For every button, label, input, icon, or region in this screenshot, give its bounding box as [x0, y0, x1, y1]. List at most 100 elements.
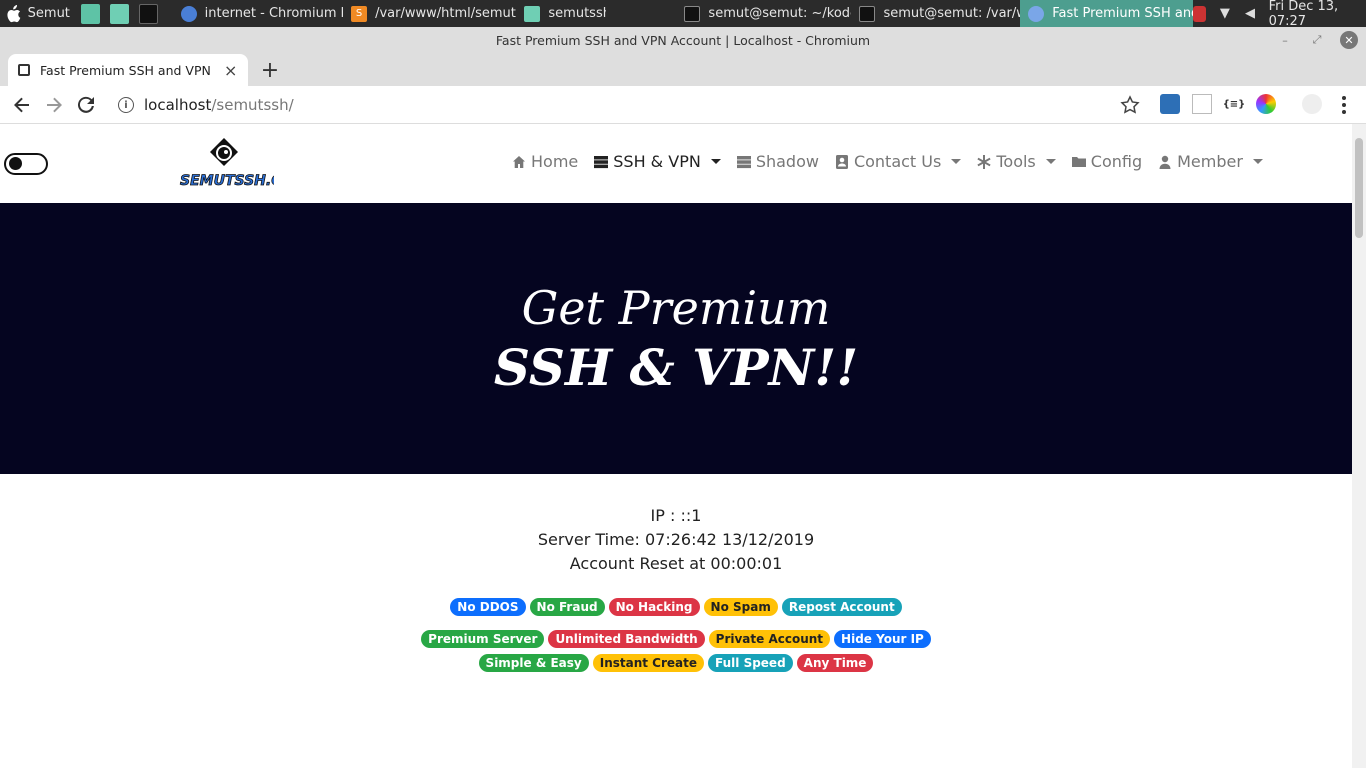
- site-navbar: SEMUTSSH.COM Home SSH & VPN Shadow Conta…: [0, 124, 1352, 203]
- badges-row-3: Simple & Easy Instant Create Full Speed …: [0, 654, 1352, 672]
- task-terminal-2[interactable]: semut@semut: /var/w...: [851, 0, 1020, 27]
- files-launcher-icon[interactable]: [80, 3, 100, 24]
- asterisk-icon: [977, 154, 991, 169]
- server-info: IP : ::1 Server Time: 07:26:42 13/12/201…: [0, 504, 1352, 576]
- badge: Hide Your IP: [834, 630, 931, 648]
- tab-close-icon[interactable]: ×: [224, 61, 238, 80]
- logo-text: SEMUTSSH.COM: [180, 173, 274, 189]
- web-page: SEMUTSSH.COM Home SSH & VPN Shadow Conta…: [0, 124, 1352, 768]
- reload-button[interactable]: [70, 89, 102, 121]
- close-icon[interactable]: ✕: [1340, 31, 1358, 49]
- site-info-icon[interactable]: i: [118, 97, 134, 113]
- dark-mode-toggle[interactable]: [4, 153, 48, 175]
- menu-tools[interactable]: Tools: [977, 152, 1056, 171]
- menu-ssh-vpn[interactable]: SSH & VPN: [594, 152, 721, 171]
- profile-avatar-icon[interactable]: [1302, 94, 1322, 114]
- task-chromium-active[interactable]: Fast Premium SSH and...: [1020, 0, 1194, 27]
- back-button[interactable]: [6, 89, 38, 121]
- chromium-icon: [180, 5, 197, 22]
- extension-json-icon[interactable]: {≡}: [1223, 94, 1246, 114]
- maximize-icon[interactable]: ⤢: [1308, 31, 1326, 49]
- menu-member[interactable]: Member: [1158, 152, 1263, 171]
- main-menu: Home SSH & VPN Shadow Contact Us Tools C…: [512, 152, 1263, 171]
- url-host: localhost: [144, 96, 212, 114]
- hero-title-line2: SSH & VPN!!: [493, 337, 859, 397]
- badge: Any Time: [796, 654, 874, 672]
- user-menu[interactable]: Semut: [26, 6, 76, 21]
- task-sublime[interactable]: S /var/www/html/semuts...: [343, 0, 516, 27]
- task-label: semut@semut: ~/kode...: [708, 6, 851, 21]
- badge: No Hacking: [608, 598, 700, 616]
- chevron-down-icon: [710, 159, 721, 164]
- folder-icon: [1071, 156, 1086, 167]
- task-label: semut@semut: /var/w...: [883, 6, 1020, 21]
- hero-title-line1: Get Premium: [521, 280, 831, 335]
- volume-icon[interactable]: ◀: [1243, 6, 1256, 22]
- home-icon: [513, 155, 525, 168]
- badge: Premium Server: [421, 630, 545, 648]
- badge: Full Speed: [708, 654, 793, 672]
- reset-time-text: Account Reset at 00:00:01: [569, 554, 783, 573]
- terminal-launcher-icon[interactable]: [138, 3, 158, 24]
- ip-text: IP : ::1: [650, 506, 702, 525]
- page-favicon-icon: [18, 64, 30, 76]
- extensions-area: {≡}: [1160, 94, 1322, 114]
- clock[interactable]: Fri Dec 13, 07:27: [1269, 0, 1360, 29]
- menu-config[interactable]: Config: [1071, 152, 1142, 171]
- task-label: /var/www/html/semuts...: [375, 6, 516, 21]
- server-icon: [594, 155, 609, 168]
- hero-banner: Get Premium SSH & VPN!!: [0, 203, 1352, 474]
- page-scrollbar[interactable]: [1352, 124, 1366, 768]
- site-logo[interactable]: SEMUTSSH.COM: [178, 136, 274, 192]
- contact-card-icon: [835, 154, 848, 169]
- tab-strip: Fast Premium SSH and VPN Account | Local…: [0, 54, 1366, 86]
- window-titlebar: Fast Premium SSH and VPN Account | Local…: [0, 27, 1366, 54]
- menu-label: Shadow: [755, 152, 819, 171]
- wifi-icon[interactable]: ▼: [1218, 6, 1231, 22]
- task-file-manager[interactable]: semutssh: [516, 0, 606, 27]
- task-chromium-internet[interactable]: internet - Chromium b...: [173, 0, 343, 27]
- server-icon: [736, 155, 751, 168]
- menu-shadow[interactable]: Shadow: [736, 152, 819, 171]
- chromium-icon: [1028, 5, 1045, 22]
- address-bar[interactable]: i localhost/semutssh/: [110, 90, 1160, 120]
- chevron-down-icon: [951, 159, 962, 164]
- minimize-icon[interactable]: –: [1276, 31, 1294, 49]
- menu-home[interactable]: Home: [512, 152, 578, 171]
- window-title: Fast Premium SSH and VPN Account | Local…: [495, 33, 871, 48]
- terminal-icon: [684, 5, 701, 22]
- os-taskbar: Semut internet - Chromium b... S /var/ww…: [0, 0, 1366, 29]
- browser-tab[interactable]: Fast Premium SSH and VPN Account | Local…: [8, 54, 248, 86]
- badge: Private Account: [708, 630, 831, 648]
- badge: Unlimited Bandwidth: [548, 630, 705, 648]
- folder-launcher-icon[interactable]: [109, 3, 129, 24]
- chevron-down-icon: [1252, 159, 1263, 164]
- new-tab-button[interactable]: +: [258, 58, 282, 83]
- toggle-knob: [9, 157, 22, 170]
- badges-row-2: Premium Server Unlimited Bandwidth Priva…: [0, 630, 1352, 648]
- bookmark-star-icon[interactable]: [1120, 95, 1140, 115]
- chevron-down-icon: [1045, 159, 1056, 164]
- badges-row-1: No DDOS No Fraud No Hacking No Spam Repo…: [0, 598, 1352, 616]
- menu-label: SSH & VPN: [613, 152, 701, 171]
- shield-icon[interactable]: [1193, 5, 1207, 22]
- window-controls: – ⤢ ✕: [1276, 31, 1358, 49]
- browser-menu-icon[interactable]: [1336, 94, 1352, 116]
- badge: Repost Account: [781, 598, 902, 616]
- scrollbar-thumb[interactable]: [1355, 138, 1363, 238]
- badge: Instant Create: [592, 654, 705, 672]
- user-icon: [1159, 155, 1171, 169]
- server-time-text: Server Time: 07:26:42 13/12/2019: [537, 530, 815, 549]
- extension-color-icon[interactable]: [1256, 94, 1276, 114]
- extension-cloud-icon[interactable]: [1160, 94, 1180, 114]
- task-terminal-1[interactable]: semut@semut: ~/kode...: [676, 0, 851, 27]
- apple-menu-icon[interactable]: [0, 0, 26, 27]
- forward-button[interactable]: [38, 89, 70, 121]
- menu-contact-us[interactable]: Contact Us: [835, 152, 962, 171]
- task-label: internet - Chromium b...: [204, 6, 343, 21]
- task-label: Fast Premium SSH and...: [1052, 6, 1193, 21]
- extension-grid-icon[interactable]: [1192, 94, 1212, 114]
- menu-label: Tools: [996, 152, 1036, 171]
- badge: No Spam: [703, 598, 778, 616]
- system-tray: ▼ ◀ Fri Dec 13, 07:27: [1193, 0, 1366, 29]
